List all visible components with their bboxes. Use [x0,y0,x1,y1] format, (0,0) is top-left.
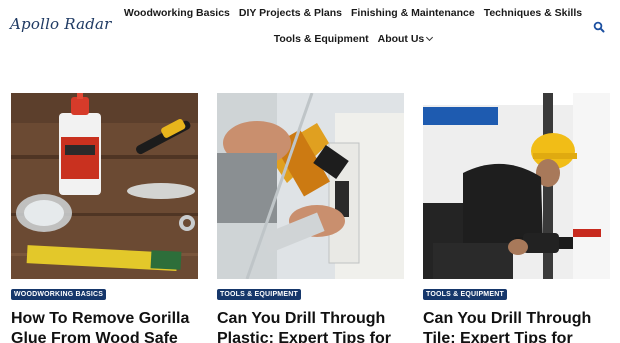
post-title[interactable]: Can You Drill Through Tile: Expert Tips … [423,309,610,343]
glue-bottle-image [11,93,198,279]
post-card: TOOLS & EQUIPMENT Can You Drill Through … [423,93,610,343]
drill-plastic-image [217,93,404,279]
post-title[interactable]: Can You Drill Through Plastic: Expert Ti… [217,309,404,343]
nav-item-finishing-maintenance[interactable]: Finishing & Maintenance [351,7,475,19]
post-thumbnail[interactable] [423,93,610,279]
post-grid: WOODWORKING BASICS How To Remove Gorilla… [11,93,610,343]
post-title[interactable]: How To Remove Gorilla Glue From Wood Saf… [11,309,198,343]
search-icon [593,21,605,33]
chevron-down-icon [426,33,434,42]
site-logo[interactable]: Apollo Radar [10,15,112,33]
nav-item-techniques-skills[interactable]: Techniques & Skills [484,7,582,19]
nav-item-tools-equipment[interactable]: Tools & Equipment [274,33,369,45]
nav-item-about-us-label: About Us [377,33,425,45]
nav-row-primary: Woodworking Basics DIY Projects & Plans … [118,7,588,19]
nav-item-woodworking-basics[interactable]: Woodworking Basics [124,7,230,19]
category-badge[interactable]: TOOLS & EQUIPMENT [423,289,507,300]
search-button[interactable] [593,20,605,33]
main-nav: Woodworking Basics DIY Projects & Plans … [118,0,588,45]
drill-tile-image [423,93,610,279]
nav-row-secondary: Tools & Equipment About Us [118,33,588,45]
category-badge[interactable]: TOOLS & EQUIPMENT [217,289,301,300]
post-thumbnail[interactable] [11,93,198,279]
nav-item-diy-projects[interactable]: DIY Projects & Plans [239,7,342,19]
post-thumbnail[interactable] [217,93,404,279]
post-card: WOODWORKING BASICS How To Remove Gorilla… [11,93,198,343]
post-card: TOOLS & EQUIPMENT Can You Drill Through … [217,93,404,343]
category-badge[interactable]: WOODWORKING BASICS [11,289,107,300]
nav-item-about-us[interactable]: About Us [377,33,434,45]
